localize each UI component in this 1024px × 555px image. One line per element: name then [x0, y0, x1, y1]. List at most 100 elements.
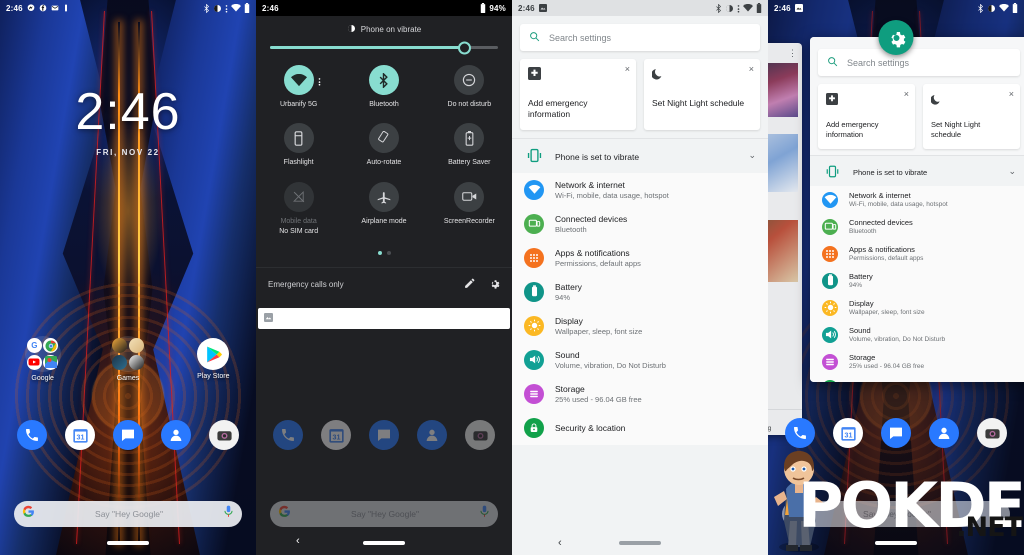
more-vert-icon[interactable]: ⋮ [788, 48, 797, 59]
settings-row-display[interactable]: Display Wallpaper, sleep, font size [512, 309, 768, 343]
calendar-icon[interactable]: 31 [65, 420, 95, 450]
home-pill[interactable] [107, 541, 149, 545]
qs-footer: Emergency calls only [256, 266, 512, 302]
back-chevron-icon[interactable]: ‹ [558, 537, 562, 549]
settings-gear-icon[interactable] [489, 276, 500, 294]
settings-row-storage[interactable]: Storage 25% used - 96.04 GB free [512, 377, 768, 411]
phone-icon[interactable] [273, 420, 303, 450]
chevron-down-icon[interactable]: ⌄ [1008, 166, 1016, 177]
settings-row-vibrate-status[interactable]: Phone is set to vibrate ⌄ [512, 137, 768, 173]
camera-icon[interactable] [209, 420, 239, 450]
messages-icon[interactable] [881, 418, 911, 448]
microphone-icon[interactable] [991, 505, 1002, 523]
home-dock-dimmed: 31 [256, 420, 512, 450]
brightness-icon [524, 315, 544, 336]
vibrate-icon [822, 161, 842, 181]
contacts-icon[interactable] [417, 420, 447, 450]
mobile-data-off-icon [283, 181, 314, 212]
tile-screenrecorder[interactable]: ScreenRecorder [427, 181, 512, 237]
home-pill[interactable] [619, 541, 661, 545]
google-search-bar[interactable]: Say "Hey Google" [14, 501, 242, 527]
settings-row-security-location[interactable]: Security & location [810, 375, 1024, 382]
tile-airplane-mode[interactable]: Airplane mode [341, 181, 426, 237]
google-search-bar-dimmed[interactable]: Say "Hey Google" [270, 501, 498, 527]
messenger-icon [27, 4, 35, 12]
search-settings-input[interactable]: Search settings [520, 24, 760, 51]
row-subtitle: Bluetooth [555, 224, 587, 234]
home-pill[interactable] [875, 541, 917, 545]
close-icon[interactable]: × [749, 64, 754, 74]
settings-row-network-internet[interactable]: Network & internet Wi-Fi, mobile, data us… [512, 173, 768, 207]
settings-row-apps-notifications[interactable]: Apps & notifications Permissions, default… [512, 241, 768, 275]
page-dot[interactable] [386, 250, 391, 255]
settings-row-sound[interactable]: Sound Volume, vibration, Do Not Disturb [512, 343, 768, 377]
close-icon[interactable]: × [625, 64, 630, 74]
notification-card[interactable] [258, 307, 510, 329]
tile-auto-rotate[interactable]: Auto-rotate [341, 123, 426, 167]
panel-quick-settings: 2:46 94% Phone on vibrate Urbanify 5G Bl… [256, 0, 512, 555]
settings-row-network-internet[interactable]: Network & internet Wi-Fi, mobile, data us… [810, 186, 1024, 213]
tile-urbanify-5g[interactable]: Urbanify 5G [256, 65, 341, 109]
chevron-down-icon[interactable]: ⌄ [748, 150, 756, 161]
calendar-icon[interactable]: 31 [833, 418, 863, 448]
status-time: 2:46 [518, 3, 535, 13]
page-dot-active[interactable] [377, 250, 382, 255]
settings-row-battery[interactable]: Battery 94% [512, 275, 768, 309]
contacts-icon[interactable] [161, 420, 191, 450]
microphone-icon[interactable] [223, 505, 234, 523]
contacts-icon[interactable] [929, 418, 959, 448]
phone-icon[interactable] [785, 418, 815, 448]
edit-pencil-icon[interactable] [464, 276, 475, 294]
rotate-icon [368, 123, 399, 154]
google-search-bar[interactable]: Say "Hey Google" [782, 501, 1010, 527]
storage-icon [524, 383, 544, 404]
brightness-slider[interactable] [270, 41, 498, 54]
settings-row-vibrate-status[interactable]: Phone is set to vibrate ⌄ [810, 155, 1024, 187]
camera-icon[interactable] [465, 420, 495, 450]
search-placeholder: Say "Hey Google" [351, 509, 419, 519]
settings-row-sound[interactable]: Sound Volume, vibration, Do Not Disturb [810, 321, 1024, 348]
battery-icon [756, 3, 762, 13]
recent-app-card-settings[interactable]: Search settings × Add emergency informat… [810, 37, 1024, 382]
wifi-icon [231, 4, 241, 12]
close-icon[interactable]: × [1009, 89, 1014, 99]
microphone-icon[interactable] [479, 505, 490, 523]
settings-gear-icon[interactable] [878, 20, 914, 55]
search-settings-input[interactable]: Search settings [818, 49, 1020, 76]
apps-grid-icon [524, 247, 544, 268]
suggestion-set-night-light-schedule[interactable]: × Set Night Light schedule [923, 84, 1020, 150]
messages-icon[interactable] [369, 420, 399, 450]
settings-row-storage[interactable]: Storage 25% used - 96.04 GB free [810, 348, 1024, 375]
tile-battery-saver[interactable]: Battery Saver [427, 123, 512, 167]
tile-flashlight[interactable]: Flashlight [256, 123, 341, 167]
signal-dots-icon [737, 4, 740, 13]
settings-row-connected-devices[interactable]: Connected devices Bluetooth [810, 213, 1024, 240]
app-play-store[interactable]: Play Store [171, 336, 256, 382]
settings-row-connected-devices[interactable]: Connected devices Bluetooth [512, 207, 768, 241]
settings-row-apps-notifications[interactable]: Apps & notifications Permissions, default… [810, 240, 1024, 267]
messages-icon[interactable] [113, 420, 143, 450]
camera-icon[interactable] [977, 418, 1007, 448]
google-g-icon [278, 505, 291, 523]
folder-google[interactable]: G Google [0, 336, 85, 382]
tile-mobile-data[interactable]: Mobile data No SIM card [256, 181, 341, 237]
suggestion-add-emergency-information[interactable]: × Add emergency information [818, 84, 915, 150]
folder-games[interactable]: Games [85, 336, 170, 382]
suggestion-add-emergency-information[interactable]: × Add emergency information [520, 59, 636, 130]
signal-dots-icon [225, 4, 228, 13]
status-bar: 2:46 94% [256, 0, 512, 16]
tile-bluetooth[interactable]: Bluetooth [341, 65, 426, 109]
suggestion-cards: × Add emergency information × Set Night … [818, 84, 1020, 150]
settings-row-battery[interactable]: Battery 94% [810, 267, 1024, 294]
suggestion-set-night-light-schedule[interactable]: × Set Night Light schedule [644, 59, 760, 130]
close-icon[interactable]: × [904, 89, 909, 99]
settings-row-security-location[interactable]: Security & location [512, 411, 768, 445]
vibrate-icon [524, 146, 544, 166]
calendar-icon[interactable]: 31 [321, 420, 351, 450]
tile-do-not-disturb[interactable]: Do not disturb [427, 65, 512, 109]
home-pill[interactable] [363, 541, 405, 545]
vibrate-status: Phone on vibrate [256, 24, 512, 35]
recent-app-card-gallery[interactable]: ⋮ W maging Edge nt photo amples Sharing [768, 43, 802, 435]
phone-icon[interactable] [17, 420, 47, 450]
settings-row-display[interactable]: Display Wallpaper, sleep, font size [810, 294, 1024, 321]
